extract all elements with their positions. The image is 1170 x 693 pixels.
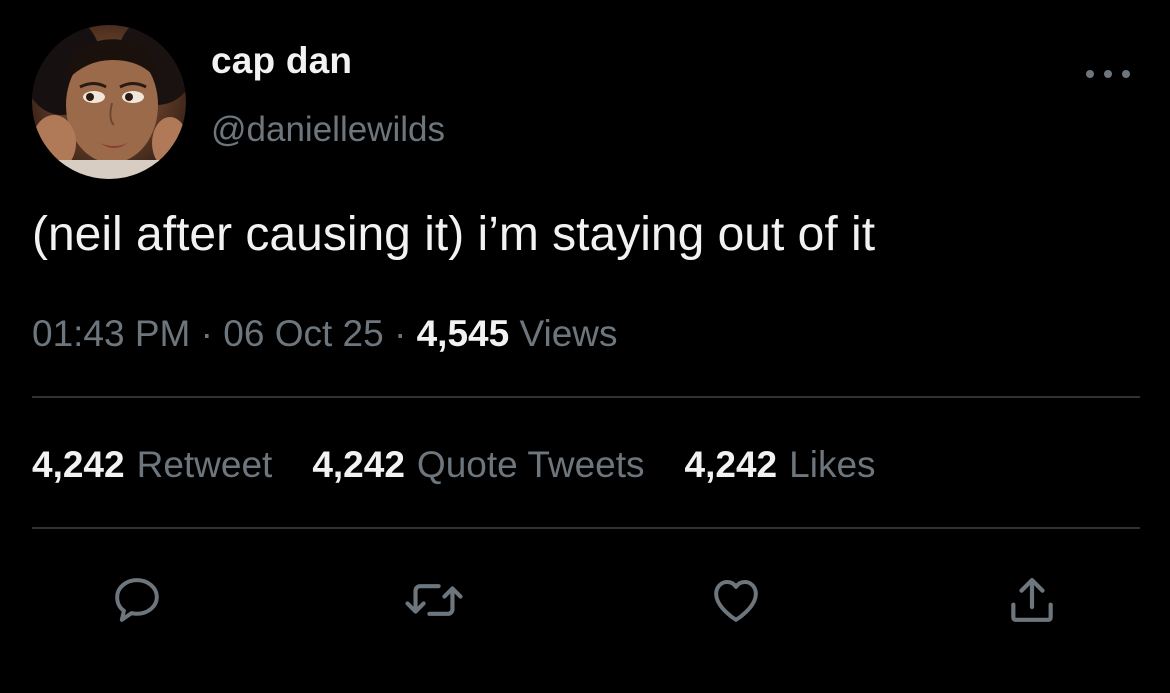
reply-button[interactable] [107, 570, 167, 630]
avatar[interactable] [32, 25, 186, 179]
more-dot [1122, 70, 1130, 78]
display-name[interactable]: cap dan [211, 40, 352, 82]
tweet-detail: cap dan @daniellewilds (neil after causi… [0, 0, 1170, 693]
meta-separator: · [200, 313, 213, 354]
retweets-label: Retweet [136, 444, 273, 485]
retweets-count: 4,242 [32, 444, 125, 485]
reply-icon [115, 578, 159, 622]
like-button[interactable] [706, 570, 766, 630]
retweet-icon [405, 584, 463, 616]
avatar-portrait [32, 25, 186, 179]
likes-count: 4,242 [684, 444, 778, 485]
user-handle[interactable]: @daniellewilds [211, 110, 445, 150]
quotes-stat[interactable]: 4,242 Quote Tweets [312, 444, 644, 486]
retweets-stat[interactable]: 4,242 Retweet [32, 444, 272, 486]
tweet-meta: 01:43 PM · 06 Oct 25 · 4,545 Views [32, 313, 618, 355]
divider [32, 396, 1140, 398]
tweet-date[interactable]: 06 Oct 25 [223, 313, 383, 354]
quotes-count: 4,242 [312, 444, 405, 485]
share-button[interactable] [1002, 570, 1062, 630]
more-options-icon[interactable] [1086, 62, 1130, 86]
tweet-text: (neil after causing it) i’m staying out … [32, 208, 876, 261]
views-count: 4,545 [416, 313, 510, 354]
more-dot [1104, 70, 1112, 78]
retweet-button[interactable] [404, 570, 464, 630]
tweet-time[interactable]: 01:43 PM [32, 313, 190, 354]
divider [32, 527, 1140, 529]
tweet-stats: 4,242 Retweet 4,242 Quote Tweets 4,242 Like… [32, 444, 916, 486]
likes-label: Likes [789, 444, 876, 485]
likes-stat[interactable]: 4,242 Likes [685, 444, 876, 486]
meta-separator: · [393, 313, 407, 354]
share-icon [1011, 578, 1053, 622]
views-label: Views [519, 313, 618, 354]
like-icon [714, 580, 758, 622]
more-dot [1086, 70, 1094, 78]
quotes-label: Quote Tweets [416, 444, 645, 485]
